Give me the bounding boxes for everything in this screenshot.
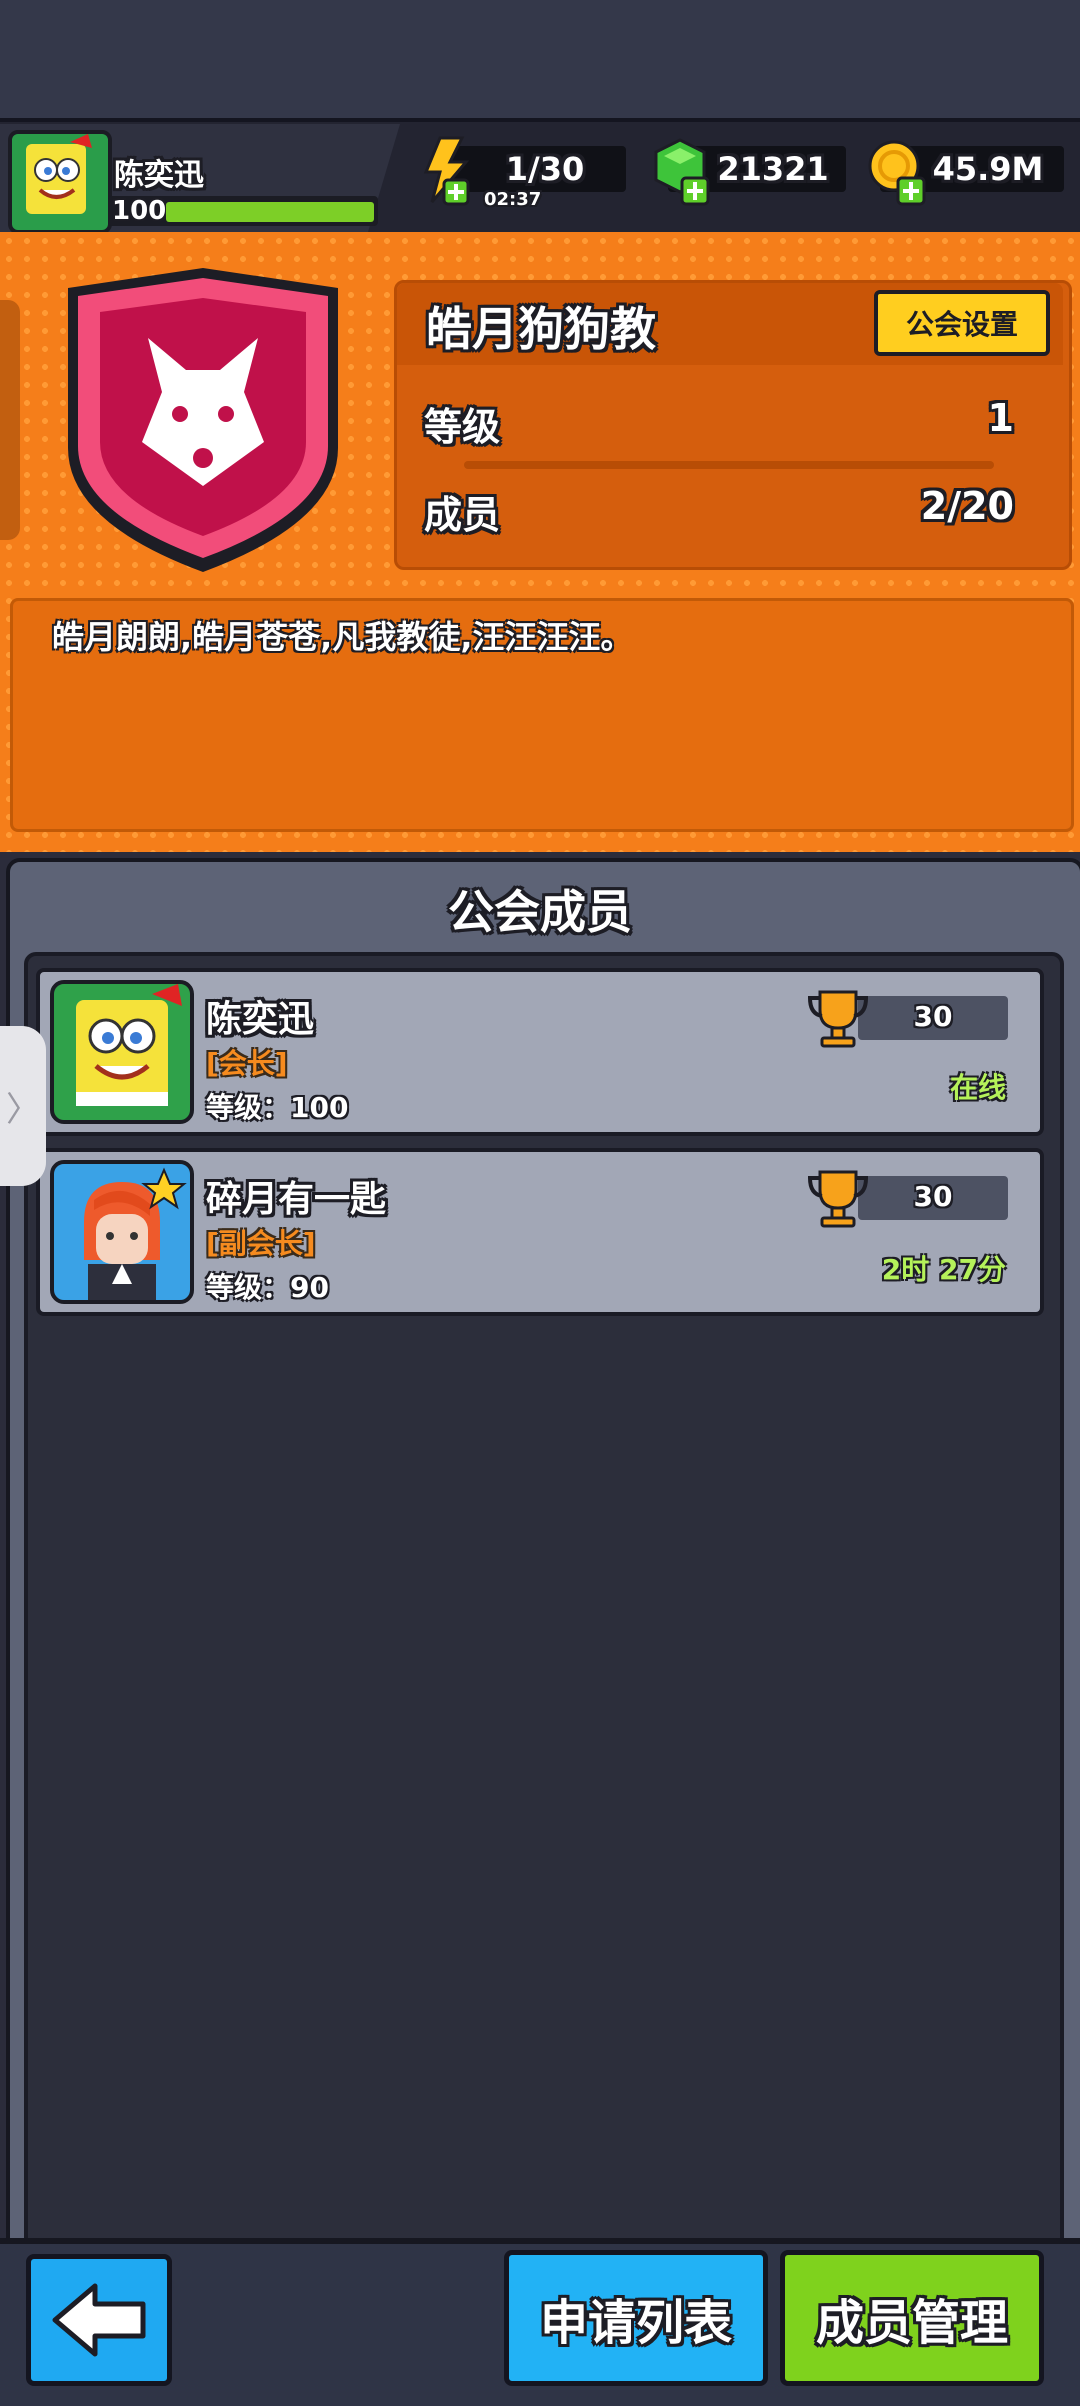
- trophy-count: 30: [913, 1180, 953, 1213]
- apply-list-button[interactable]: 申请列表: [504, 2250, 768, 2386]
- side-drawer-handle[interactable]: 〉: [0, 1026, 46, 1186]
- lightning-plus-icon[interactable]: [418, 136, 476, 206]
- arrow-left-icon: [52, 2283, 146, 2357]
- member-level: 等级：90: [206, 1271, 329, 1304]
- guild-motto: 皓月朗朗,皓月苍苍,凡我教徒,汪汪汪汪。: [52, 618, 633, 656]
- trophy-count: 30: [913, 1000, 953, 1033]
- player-xp-bar: [166, 202, 374, 222]
- guild-settings-button[interactable]: 公会设置: [874, 290, 1050, 356]
- guild-level-value: 1: [987, 396, 1014, 440]
- guild-members-label: 成员: [424, 493, 501, 537]
- guild-level-progress: [464, 461, 994, 469]
- member-role: [副会长]: [206, 1227, 316, 1260]
- member-role: [会长]: [206, 1047, 288, 1080]
- back-button[interactable]: [26, 2254, 172, 2386]
- player-avatar[interactable]: [8, 130, 112, 234]
- gem-value: 21321: [717, 150, 829, 188]
- guild-level-label: 等级: [424, 405, 501, 449]
- redhead-avatar-icon: [84, 1167, 187, 1300]
- wolf-shield-emblem: [68, 268, 338, 572]
- coin-value: 45.9M: [932, 150, 1044, 188]
- guild-name: 皓月狗狗教: [426, 302, 656, 356]
- member-name: 碎月有一匙: [206, 1179, 387, 1220]
- chevron-right-icon: 〉: [6, 1089, 40, 1130]
- player-level: 100: [112, 196, 167, 226]
- energy-timer: 02:37: [484, 189, 542, 210]
- guild-members-value: 2/20: [920, 484, 1014, 528]
- energy-value: 1/30: [505, 150, 585, 188]
- sponge-avatar-icon: [26, 134, 92, 214]
- avatar[interactable]: [50, 980, 194, 1124]
- member-status: 在线: [949, 1071, 1006, 1104]
- member-name: 陈奕迅: [206, 999, 315, 1040]
- sponge-avatar-icon: [76, 984, 182, 1106]
- left-side-tab[interactable]: [0, 300, 20, 540]
- members-panel-title: 公会成员: [448, 885, 632, 939]
- status-bar-area: [0, 0, 1080, 118]
- member-status: 2时 27分: [881, 1253, 1006, 1286]
- member-level: 等级：100: [206, 1091, 349, 1124]
- member-manage-button[interactable]: 成员管理: [780, 2250, 1044, 2386]
- members-list[interactable]: [24, 952, 1064, 2250]
- avatar[interactable]: [50, 1160, 194, 1304]
- player-name: 陈奕迅: [114, 158, 204, 193]
